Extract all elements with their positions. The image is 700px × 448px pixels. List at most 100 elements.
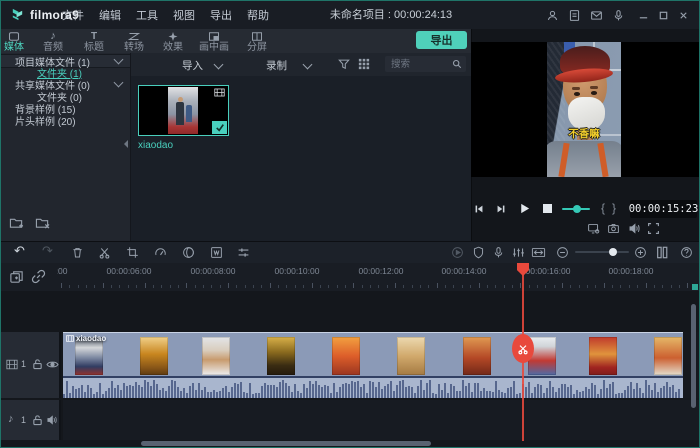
video-track-header: 1 (1, 332, 61, 398)
grid-view-icon[interactable] (358, 58, 370, 70)
timeline-zoom-handle[interactable] (609, 248, 617, 256)
eye-icon[interactable] (46, 359, 59, 370)
speed-icon[interactable] (154, 246, 167, 259)
logo-icon (10, 7, 25, 22)
lock-icon[interactable] (32, 414, 43, 426)
clip-thumbnail-dark-food (267, 337, 295, 375)
add-folder-icon[interactable] (9, 216, 24, 230)
clip-label: xiaodao (66, 334, 106, 343)
clip-thumbnail-orange-food (332, 337, 360, 375)
tab-effects[interactable]: 效果 (151, 31, 195, 53)
maximize-icon[interactable] (658, 10, 669, 21)
search-icon[interactable] (452, 59, 462, 69)
link-clips-icon[interactable] (31, 269, 46, 284)
chevron-down-icon[interactable] (114, 55, 124, 65)
preview-timecode: 00:00:15:23 (630, 200, 697, 218)
feedback-icon[interactable] (568, 9, 581, 22)
mail-icon[interactable] (590, 9, 603, 22)
text-icon: T (91, 31, 97, 42)
manage-tracks-icon[interactable] (9, 269, 24, 284)
account-icon[interactable] (546, 9, 559, 22)
project-title: 未命名项目 : 00:00:24:13 (301, 1, 481, 29)
media-sidebar: 项目媒体文件 (1) 文件夹 (1) 共享媒体文件 (0) 文件夹 (0) 背景… (1, 53, 131, 251)
close-icon[interactable] (678, 10, 689, 21)
timeline-zoom-slider[interactable] (575, 251, 629, 253)
clip-thumbnail-fried-food (140, 337, 168, 375)
mark-out-icon[interactable]: } (612, 201, 616, 215)
audio-track-number: 1 (21, 415, 26, 425)
chevron-down-icon[interactable] (114, 78, 124, 88)
music-note-icon: ♪ (50, 31, 56, 42)
menu-item-帮助[interactable]: 帮助 (247, 7, 269, 23)
help-icon[interactable] (680, 246, 693, 259)
snapshot-camera-icon[interactable] (607, 222, 620, 235)
portrait-mode-icon[interactable] (655, 246, 669, 259)
filter-icon[interactable] (338, 58, 350, 70)
record-voiceover-icon[interactable] (492, 246, 505, 259)
adjust-sliders-icon[interactable] (237, 246, 250, 259)
delete-folder-icon[interactable] (35, 216, 50, 230)
asset-tabbar: 媒体 ♪ 音频 T 标题 转场 效果 画中画 分屏 (1, 29, 471, 53)
tab-pip[interactable]: 画中画 (192, 31, 236, 53)
video-track-number: 1 (21, 359, 26, 369)
next-frame-button[interactable] (495, 203, 507, 215)
timeline-clip-xiaodao[interactable]: xiaodao (63, 332, 683, 398)
menu-item-导出[interactable]: 导出 (210, 7, 232, 23)
tab-transitions[interactable]: 转场 (112, 31, 156, 53)
tab-split-screen[interactable]: 分屏 (235, 31, 279, 53)
stop-button[interactable] (543, 204, 552, 213)
volume-slider-handle[interactable] (573, 205, 581, 213)
menu-item-文件[interactable]: 文件 (62, 7, 84, 23)
lock-icon[interactable] (32, 358, 43, 370)
record-button[interactable]: 录制 (266, 58, 287, 73)
previous-frame-button[interactable] (473, 203, 485, 215)
display-settings-icon[interactable] (587, 222, 600, 235)
color-correction-icon[interactable] (182, 246, 195, 259)
preview-speaker-icon[interactable] (628, 222, 641, 235)
zoom-in-icon[interactable] (634, 246, 647, 259)
search-input[interactable] (389, 58, 449, 71)
undo-icon[interactable]: ↶ (14, 243, 25, 259)
advanced-text-icon[interactable] (210, 246, 223, 259)
sidebar-item-intro-samples[interactable]: 片头样例 (20) (1, 114, 130, 126)
redo-icon[interactable]: ↷ (42, 243, 53, 259)
speaker-icon[interactable] (46, 414, 58, 426)
mark-in-icon[interactable]: { (601, 201, 605, 215)
timeline-ruler[interactable]: 00:00:04:00 00:00:06:00 00:00:08:00 00:0… (1, 263, 700, 291)
clip-thumbnail-wrap-food (397, 337, 425, 375)
audio-mixer-icon[interactable] (512, 246, 525, 259)
playhead-split-button[interactable] (512, 334, 534, 363)
split-scissors-icon[interactable] (98, 246, 111, 259)
play-button[interactable] (518, 202, 531, 215)
fullscreen-icon[interactable] (647, 222, 660, 235)
fit-timeline-icon[interactable] (531, 246, 546, 259)
video-track-icon (6, 359, 18, 370)
media-item-xiaodao[interactable] (138, 85, 229, 136)
video-subtitle: 不香嘛 (547, 126, 621, 141)
crop-icon[interactable] (126, 246, 139, 259)
tab-titles[interactable]: T 标题 (72, 31, 116, 53)
pip-icon (208, 31, 220, 42)
render-preview-icon[interactable] (451, 246, 464, 259)
vertical-scrollbar[interactable] (691, 304, 696, 408)
horizontal-scrollbar[interactable] (141, 441, 431, 446)
shield-icon[interactable] (472, 246, 485, 259)
import-button[interactable]: 导入 (182, 58, 203, 73)
menu-item-编辑[interactable]: 编辑 (99, 7, 121, 23)
export-button[interactable]: 导出 (416, 31, 467, 49)
delete-icon[interactable] (71, 246, 84, 259)
zoom-out-icon[interactable] (556, 246, 569, 259)
mic-icon[interactable] (612, 9, 625, 22)
menu-item-工具[interactable]: 工具 (136, 7, 158, 23)
media-icon (8, 31, 20, 42)
ruler-label: 00:00:06:00 (101, 266, 157, 276)
clip-thumbnail-red-food (463, 337, 491, 375)
menu-item-视图[interactable]: 视图 (173, 7, 195, 23)
media-thumbnail (168, 87, 198, 134)
filmora-window: filmora9 文件编辑工具视图导出帮助 未命名项目 : 00:00:24:1… (0, 0, 700, 448)
clip-thumbnail-person-eating (202, 337, 230, 375)
tab-audio[interactable]: ♪ 音频 (31, 31, 75, 53)
panel-collapse-arrow[interactable] (124, 140, 128, 148)
audio-track-lane[interactable] (63, 400, 700, 440)
minimize-icon[interactable] (638, 10, 649, 21)
